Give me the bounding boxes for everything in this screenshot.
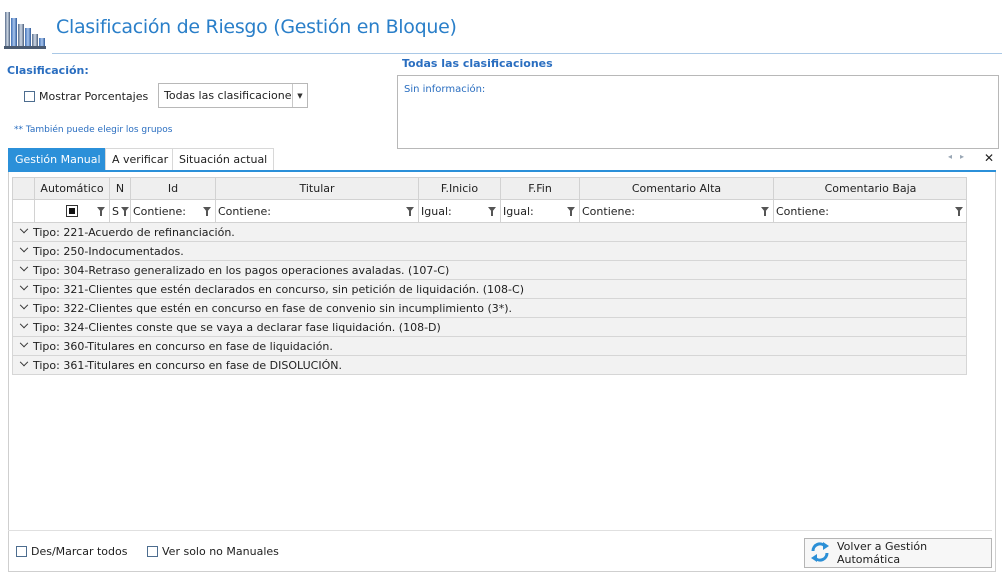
footer-divider [8, 530, 992, 531]
volver-button-label: Volver a Gestión Automática [837, 540, 928, 566]
chevron-down-icon[interactable] [19, 357, 28, 370]
grid-header-row: Automático N Id Titular F.Inicio F.Fin C… [12, 177, 967, 200]
column-header-titular[interactable]: Titular [215, 178, 418, 199]
column-header-n[interactable]: N [109, 178, 130, 199]
desmarcar-todos-label: Des/Marcar todos [31, 545, 128, 558]
chevron-down-icon[interactable] [19, 281, 28, 294]
filter-automatico[interactable] [34, 200, 109, 222]
clasificacion-select[interactable]: Todas las clasificaciones ▼ [158, 83, 308, 108]
tab-next-icon[interactable]: ▸ [960, 152, 964, 161]
group-row[interactable]: Tipo: 322-Clientes que estén en concurso… [12, 299, 967, 318]
group-row-label: Tipo: 250-Indocumentados. [33, 244, 184, 258]
filter-comentario-baja[interactable]: Contiene: [773, 200, 967, 222]
filter-icon[interactable] [121, 207, 129, 216]
group-row[interactable]: Tipo: 304-Retraso generalizado en los pa… [12, 261, 967, 280]
checkbox-box[interactable] [147, 546, 158, 557]
header-divider [52, 53, 1002, 54]
grid-filter-row: S Contiene: Contiene: Igual: Igual: Cont… [12, 200, 967, 223]
grupos-hint: ** También puede elegir los grupos [14, 125, 173, 135]
group-row[interactable]: Tipo: 221-Acuerdo de refinanciación. [12, 223, 967, 242]
checkbox-box[interactable] [16, 546, 27, 557]
filter-id-operator: Contiene: [133, 204, 186, 218]
column-header-finicio[interactable]: F.Inicio [418, 178, 500, 199]
info-text: Sin información: [404, 84, 486, 95]
mostrar-porcentajes-label: Mostrar Porcentajes [39, 90, 149, 103]
tab-navigation: ◂ ▸ [948, 152, 964, 161]
chevron-down-icon[interactable] [19, 224, 28, 237]
group-row-label: Tipo: 324-Clientes conste que se vaya a … [33, 320, 441, 334]
tab-gestion-manual[interactable]: Gestión Manual [8, 148, 108, 170]
page-title: Clasificación de Riesgo (Gestión en Bloq… [56, 16, 457, 38]
group-row-label: Tipo: 360-Titulares en concurso en fase … [33, 339, 333, 353]
column-header-comentario-alta[interactable]: Comentario Alta [579, 178, 773, 199]
filter-ffin[interactable]: Igual: [500, 200, 579, 222]
tab-situacion-actual[interactable]: Situación actual [172, 148, 275, 170]
volver-gestion-automatica-button[interactable]: Volver a Gestión Automática [804, 538, 992, 568]
column-header-automatico[interactable]: Automático [34, 178, 109, 199]
filter-com-baja-operator: Contiene: [776, 204, 829, 218]
group-row[interactable]: Tipo: 361-Titulares en concurso en fase … [12, 356, 967, 375]
column-header-comentario-baja[interactable]: Comentario Baja [773, 178, 967, 199]
group-row-label: Tipo: 361-Titulares en concurso en fase … [33, 358, 342, 372]
filter-icon[interactable] [567, 207, 575, 216]
tab-prev-icon[interactable]: ◂ [948, 152, 952, 161]
filter-com-alta-operator: Contiene: [582, 204, 635, 218]
bar-chart-icon [4, 4, 46, 50]
group-row[interactable]: Tipo: 324-Clientes conste que se vaya a … [12, 318, 967, 337]
mostrar-porcentajes-checkbox[interactable]: Mostrar Porcentajes [24, 90, 148, 103]
filter-id[interactable]: Contiene: [130, 200, 215, 222]
filter-finicio[interactable]: Igual: [418, 200, 500, 222]
group-row-label: Tipo: 221-Acuerdo de refinanciación. [33, 225, 235, 239]
filter-icon[interactable] [203, 207, 211, 216]
clasificacion-label: Clasificación: [7, 64, 89, 77]
filter-icon[interactable] [488, 207, 496, 216]
group-row[interactable]: Tipo: 321-Clientes que estén declarados … [12, 280, 967, 299]
chevron-down-icon[interactable] [19, 300, 28, 313]
filter-n-value: S [112, 204, 119, 218]
checkbox-box[interactable] [24, 91, 35, 102]
chevron-down-icon[interactable] [19, 243, 28, 256]
group-row[interactable]: Tipo: 250-Indocumentados. [12, 242, 967, 261]
indeterminate-checkbox[interactable] [66, 205, 78, 217]
filter-icon[interactable] [406, 207, 414, 216]
filter-icon[interactable] [97, 207, 105, 216]
filter-icon[interactable] [955, 207, 963, 216]
filter-ffin-operator: Igual: [503, 204, 534, 218]
filter-titular[interactable]: Contiene: [215, 200, 418, 222]
clasificacion-select-value: Todas las clasificaciones [164, 89, 292, 102]
chevron-down-icon[interactable] [19, 338, 28, 351]
desmarcar-todos-checkbox[interactable]: Des/Marcar todos [16, 545, 127, 558]
group-row-label: Tipo: 304-Retraso generalizado en los pa… [33, 263, 450, 277]
column-header-id[interactable]: Id [130, 178, 215, 199]
chevron-down-icon[interactable] [19, 319, 28, 332]
filter-n[interactable]: S [109, 200, 130, 222]
chevron-down-icon[interactable] [19, 262, 28, 275]
ver-solo-no-manuales-label: Ver solo no Manuales [162, 545, 279, 558]
info-box: Sin información: [397, 75, 999, 149]
group-row-label: Tipo: 322-Clientes que estén en concurso… [33, 301, 513, 315]
info-panel-title: Todas las clasificaciones [402, 57, 553, 70]
tab-a-verificar[interactable]: A verificar [105, 148, 176, 170]
filter-finicio-operator: Igual: [421, 204, 452, 218]
filter-icon[interactable] [761, 207, 769, 216]
filter-comentario-alta[interactable]: Contiene: [579, 200, 773, 222]
close-icon[interactable]: ✕ [984, 151, 994, 165]
group-row[interactable]: Tipo: 360-Titulares en concurso en fase … [12, 337, 967, 356]
filter-titular-operator: Contiene: [218, 204, 271, 218]
ver-solo-no-manuales-checkbox[interactable]: Ver solo no Manuales [147, 545, 279, 558]
group-row-label: Tipo: 321-Clientes que estén declarados … [33, 282, 524, 296]
dropdown-arrow-icon[interactable]: ▼ [292, 84, 307, 107]
column-header-ffin[interactable]: F.Fin [500, 178, 579, 199]
refresh-arrows-icon [809, 541, 831, 566]
